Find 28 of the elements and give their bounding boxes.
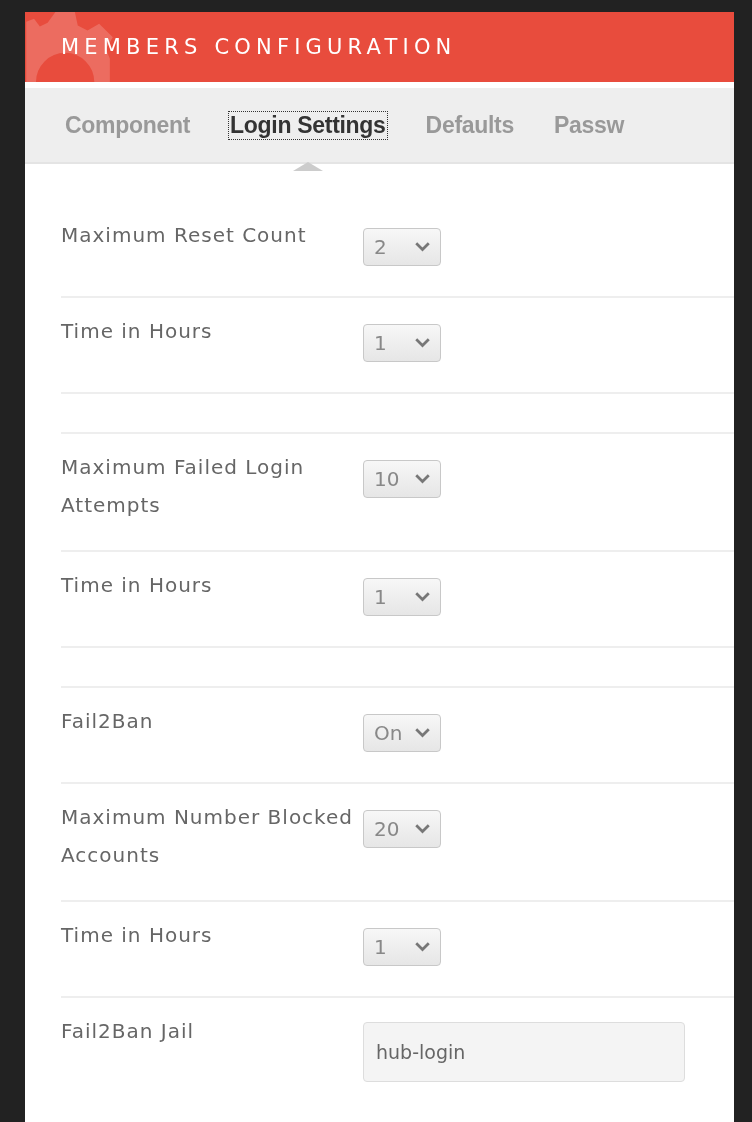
tab[interactable]: Passw bbox=[551, 110, 627, 140]
select-dropdown[interactable]: 1 bbox=[363, 324, 441, 362]
field-label: Fail2Ban bbox=[61, 708, 155, 735]
caret-icon bbox=[415, 338, 430, 348]
select-dropdown[interactable]: On bbox=[363, 714, 441, 752]
caret-icon bbox=[415, 824, 430, 834]
field-label: Fail2Ban Jail bbox=[61, 1018, 196, 1045]
select-dropdown[interactable]: 10 bbox=[363, 460, 441, 498]
caret-icon bbox=[415, 728, 430, 738]
caret-icon bbox=[415, 942, 430, 952]
input-field[interactable]: hub-login bbox=[363, 1022, 685, 1082]
caret-icon bbox=[415, 474, 430, 484]
page-title: MEMBERS CONFIGURATION bbox=[61, 35, 457, 59]
field-label: Time in Hours bbox=[61, 572, 214, 599]
select-dropdown[interactable]: 2 bbox=[363, 228, 441, 266]
caret-icon bbox=[415, 242, 430, 252]
field-label: Maximum Failed Login Attempts bbox=[61, 454, 306, 519]
field-label: Maximum Number Blocked Accounts bbox=[61, 804, 354, 869]
select-dropdown[interactable]: 1 bbox=[363, 928, 441, 966]
field-label: Time in Hours bbox=[61, 922, 214, 949]
caret-icon bbox=[415, 592, 430, 602]
select-dropdown[interactable]: 1 bbox=[363, 578, 441, 616]
select-dropdown[interactable]: 20 bbox=[363, 810, 441, 848]
tab-pointer-icon bbox=[292, 161, 323, 171]
tab[interactable]: Component bbox=[63, 110, 193, 140]
tab[interactable]: Defaults bbox=[423, 110, 516, 140]
field-label: Time in Hours bbox=[61, 318, 214, 345]
field-label: Maximum Reset Count bbox=[61, 222, 308, 249]
